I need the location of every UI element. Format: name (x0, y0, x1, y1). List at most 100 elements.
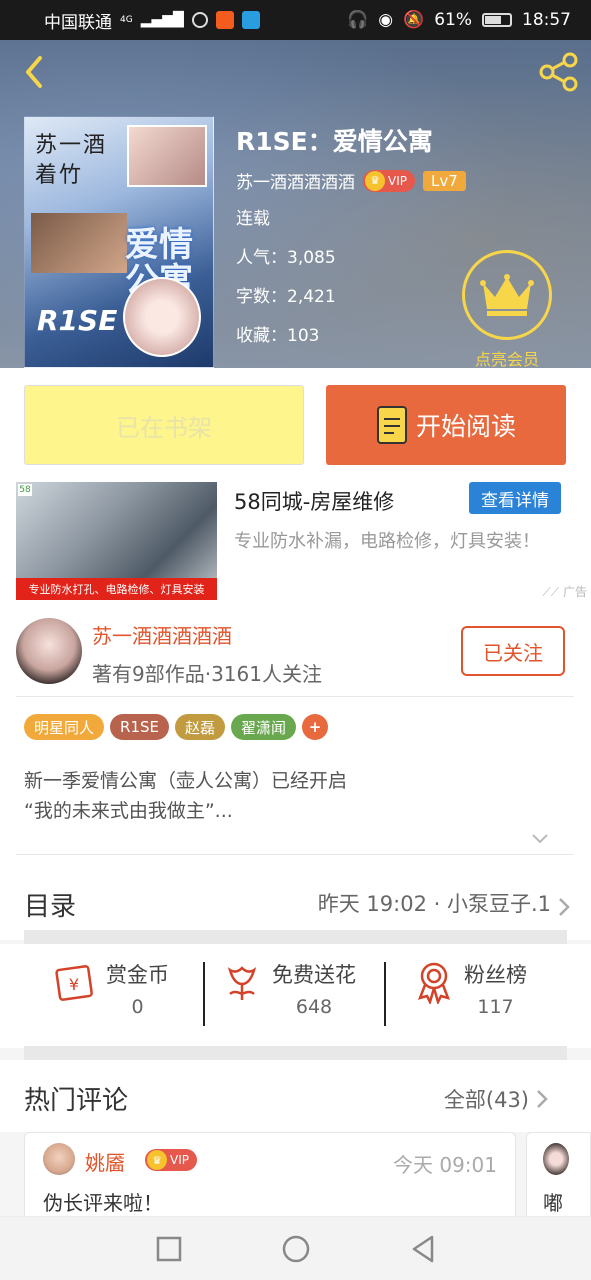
level-badge: Lv7 (422, 170, 466, 191)
book-header: 苏一酒 着竹 爱情 公寓 R1SE R1SE：爱情公寓 苏一酒酒酒酒酒 ♛ VI… (0, 40, 591, 368)
vip-label: VIP (170, 1153, 189, 1167)
tag[interactable]: R1SE (110, 714, 169, 740)
ad-label: ⟋⟋ 广告 (542, 585, 587, 599)
ad-image[interactable]: 58 专业防水打孔、电路检修、灯具安装 (16, 482, 217, 600)
crown-icon: ♛ (365, 170, 385, 191)
chevron-right-icon (559, 898, 570, 916)
crown-icon: ♛ (147, 1150, 167, 1170)
chevron-right-icon[interactable] (535, 1088, 549, 1110)
fan-rank-stat[interactable]: 粉丝榜 117 (414, 960, 527, 1024)
share-icon (539, 52, 578, 92)
author-name[interactable]: 苏一酒酒酒酒酒 (92, 620, 232, 649)
divider (16, 854, 574, 855)
vip-badge: ♛ VIP (363, 169, 415, 192)
system-nav-bar (0, 1216, 591, 1280)
status-bar: 中国联通 4G ▂▄▆█ 🎧 ◉ 🔕 61% 18:57 (0, 0, 591, 40)
cover-title: 苏一酒 着竹 (35, 133, 108, 188)
network-label: 4G (120, 15, 133, 25)
hot-comments-header: 热门评论 全部(43) (0, 1060, 591, 1132)
stat-value: 117 (477, 996, 514, 1018)
book-author[interactable]: 苏一酒酒酒酒酒 (236, 168, 355, 193)
back-arrow-icon (26, 56, 42, 88)
battery-percent: 61% (434, 10, 472, 30)
taobao-icon (215, 11, 234, 29)
author-meta: 著有9部作品·3161人关注 (92, 662, 322, 686)
divider (203, 962, 205, 1026)
follow-button[interactable]: 已关注 (461, 626, 565, 676)
stat-value: 0 (131, 996, 144, 1018)
cover-photo (31, 213, 127, 273)
free-flower-stat[interactable]: 免费送花 648 (222, 960, 356, 1024)
comment-card[interactable]: 嘟 (526, 1132, 591, 1222)
add-tag-button[interactable]: + (302, 714, 329, 740)
recent-apps-icon[interactable] (156, 1236, 182, 1262)
comment-time: 今天 09:01 (393, 1153, 497, 1177)
share-button[interactable] (537, 50, 581, 94)
ad-image-caption: 专业防水打孔、电路检修、灯具安装 (16, 578, 217, 600)
expand-chevron-icon[interactable] (531, 830, 549, 848)
section-divider (24, 1046, 567, 1060)
author-avatar[interactable] (16, 618, 82, 684)
carrier-label: 中国联通 (44, 12, 112, 33)
start-reading-label: 开始阅读 (415, 412, 516, 441)
signal-icon: ▂▄▆█ (140, 12, 184, 28)
comment-text: 伪长评来啦！ (43, 1191, 163, 1215)
ad-description: 专业防水补漏，电路检修，灯具安装！ (234, 531, 540, 552)
book-favorites: 收藏：103 (236, 326, 320, 346)
divider (384, 962, 386, 1026)
interaction-stats: ¥ 赏金币 0 免费送花 648 粉丝榜 117 (0, 944, 591, 1048)
ad-logo: 58 (18, 484, 32, 496)
headset-icon: 🎧 (347, 10, 369, 30)
in-shelf-button[interactable]: 已在书架 (24, 385, 304, 465)
stat-value: 648 (295, 996, 333, 1018)
book-title: R1SE：爱情公寓 (236, 127, 433, 156)
app-icon (241, 11, 260, 29)
book-icon (376, 406, 407, 444)
comment-card[interactable]: 姚靥 ♛ VIP 今天 09:01 伪长评来啦！ (24, 1132, 516, 1222)
member-button[interactable]: 点亮会员 (462, 250, 552, 368)
svg-text:¥: ¥ (69, 975, 79, 994)
mute-icon: 🔕 (403, 10, 425, 30)
vip-label: VIP (388, 173, 407, 188)
cover-signature: R1SE (37, 304, 118, 337)
book-cover[interactable]: 苏一酒 着竹 爱情 公寓 R1SE (24, 116, 214, 368)
weibo-icon (191, 12, 208, 28)
book-info: R1SE：爱情公寓 苏一酒酒酒酒酒 ♛ VIP Lv7 连载 人气：3,085 … (236, 122, 466, 349)
member-label: 点亮会员 (474, 350, 539, 368)
all-comments-link[interactable]: 全部(43) (444, 1084, 529, 1114)
stat-label: 赏金币 (106, 963, 169, 987)
author-section: 苏一酒酒酒酒酒 著有9部作品·3161人关注 已关注 明星同人 R1SE 赵磊 … (0, 608, 591, 878)
comment-text: 嘟 (543, 1191, 563, 1215)
start-reading-button[interactable]: 开始阅读 (326, 385, 566, 465)
reward-coin-icon: ¥ (55, 965, 93, 1001)
toc-latest-chapter: 昨天 19:02 · 小泵豆子.1 (317, 892, 551, 916)
reward-coin-stat[interactable]: ¥ 赏金币 0 (52, 960, 169, 1024)
book-wordcount: 字数：2,421 (236, 287, 336, 307)
commenter-avatar[interactable] (543, 1143, 569, 1175)
toc-label: 目录 (24, 892, 77, 922)
crown-icon (480, 274, 534, 316)
tag[interactable]: 翟潇闻 (231, 714, 297, 740)
tag[interactable]: 明星同人 (24, 714, 105, 740)
ad-banner[interactable]: 58 专业防水打孔、电路检修、灯具安装 58同城-房屋维修 查看详情 专业防水补… (0, 480, 591, 608)
divider (16, 696, 574, 697)
commenter-avatar[interactable] (43, 1143, 75, 1175)
flower-icon (227, 966, 257, 1000)
commenter-name[interactable]: 姚靥 (85, 1147, 125, 1176)
intro-line: “我的未来式由我做主”... (24, 800, 233, 822)
cover-photo (123, 277, 201, 357)
intro-line: 新一季爱情公寓（壶人公寓）已经开启 (24, 770, 348, 792)
book-status: 连载 (236, 209, 270, 229)
book-popularity: 人气：3,085 (236, 248, 336, 268)
home-icon[interactable] (282, 1235, 310, 1263)
book-intro[interactable]: 新一季爱情公寓（壶人公寓）已经开启 “我的未来式由我做主”... (24, 766, 347, 826)
ad-title[interactable]: 58同城-房屋维修 (234, 486, 394, 516)
back-button[interactable] (16, 52, 56, 92)
action-bar: 已在书架 开始阅读 (0, 368, 591, 480)
eye-icon: ◉ (378, 10, 394, 30)
tag[interactable]: 赵磊 (174, 714, 225, 740)
back-nav-icon[interactable] (410, 1235, 436, 1263)
ad-details-button[interactable]: 查看详情 (469, 482, 561, 514)
medal-icon (417, 962, 451, 1004)
cover-photo (127, 125, 207, 187)
